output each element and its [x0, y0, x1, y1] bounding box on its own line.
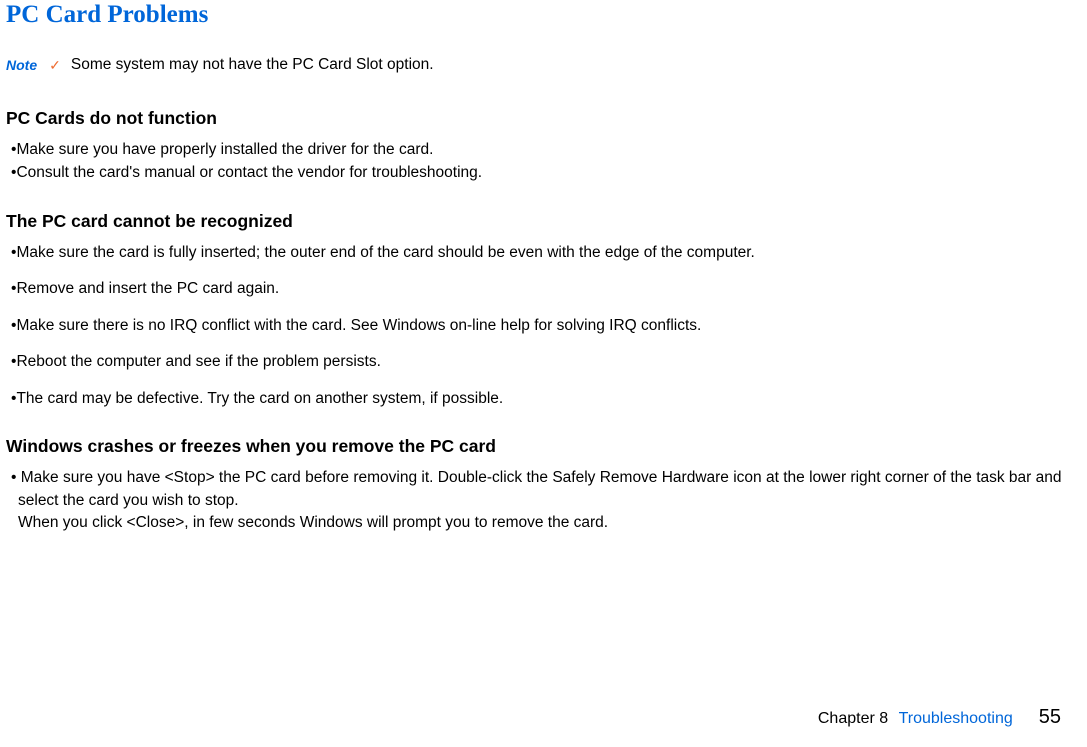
list-pc-cards-not-function: Make sure you have properly installed th…	[6, 139, 1081, 185]
list-item: Make sure you have properly installed th…	[6, 139, 1081, 161]
list-item: Make sure you have <Stop> the PC card be…	[6, 467, 1081, 534]
note-text: Some system may not have the PC Card Slo…	[71, 56, 434, 74]
footer-chapter: Chapter 8	[818, 710, 888, 727]
heading-windows-crashes: Windows crashes or freezes when you remo…	[6, 436, 1081, 457]
list-item: The card may be defective. Try the card …	[6, 388, 1081, 410]
footer-page-number: 55	[1039, 706, 1061, 729]
list-windows-crashes: Make sure you have <Stop> the PC card be…	[6, 467, 1081, 534]
note-row: Note ✓ Some system may not have the PC C…	[6, 56, 1081, 74]
heading-pc-card-not-recognized: The PC card cannot be recognized	[6, 211, 1081, 232]
list-item-text: Make sure you have <Stop> the PC card be…	[18, 469, 1062, 508]
note-label: Note	[6, 57, 37, 73]
list-item-continuation: When you click <Close>, in few seconds W…	[18, 512, 1081, 534]
list-item: Make sure the card is fully inserted; th…	[6, 242, 1081, 264]
list-item: Consult the card's manual or contact the…	[6, 162, 1081, 184]
check-icon: ✓	[49, 58, 61, 72]
list-pc-card-not-recognized: Make sure the card is fully inserted; th…	[6, 242, 1081, 410]
page-title: PC Card Problems	[6, 0, 1081, 30]
heading-pc-cards-not-function: PC Cards do not function	[6, 108, 1081, 129]
list-item: Reboot the computer and see if the probl…	[6, 351, 1081, 373]
list-item: Remove and insert the PC card again.	[6, 278, 1081, 300]
list-item: Make sure there is no IRQ conflict with …	[6, 315, 1081, 337]
footer-section: Troubleshooting	[899, 710, 1013, 727]
page-footer: Chapter 8 Troubleshooting 55	[818, 706, 1061, 729]
